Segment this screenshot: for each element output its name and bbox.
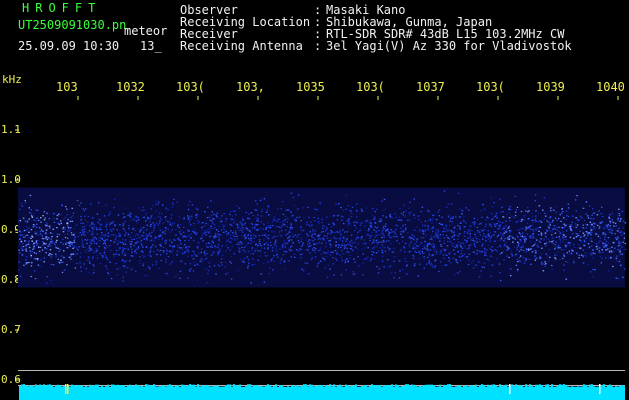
spectrogram-plot: [15, 96, 627, 386]
hrofft-screen: HROFFT UT2509091030.pn meteor 25.09.09 1…: [0, 0, 629, 400]
signal-level-fill: [19, 388, 625, 400]
noise-band-background: [18, 187, 625, 288]
noise-band: [18, 187, 627, 288]
signal-level-bar: [19, 384, 625, 400]
